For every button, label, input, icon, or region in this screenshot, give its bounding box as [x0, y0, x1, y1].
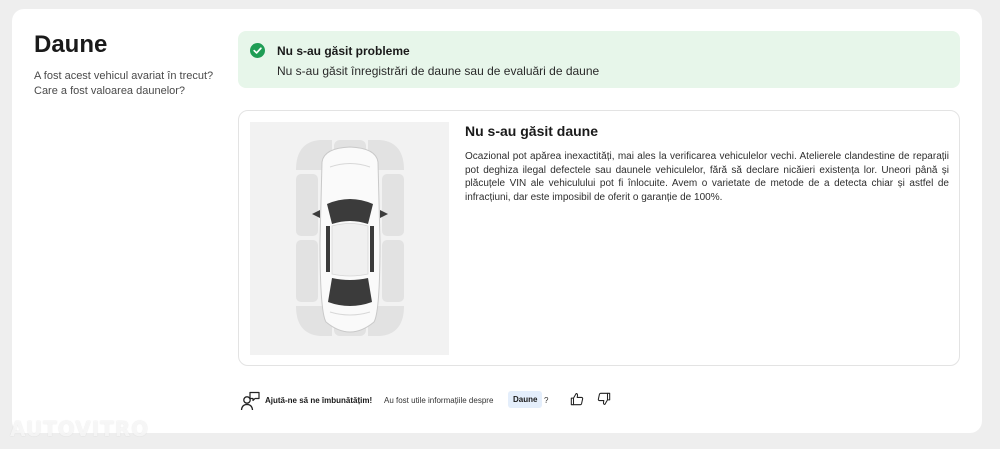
car-top-view-image: [296, 140, 404, 336]
status-alert: Nu s-au găsit probleme Nu s-au găsit înr…: [238, 31, 960, 88]
section-subtitle: A fost acest vehicul avariat în trecut? …: [34, 70, 214, 97]
car-diagram: [250, 122, 449, 355]
result-description: Ocazional pot apărea inexactități, mai a…: [465, 151, 949, 204]
feedback-topic-chip: Daune: [508, 391, 543, 408]
alert-title: Nu s-au găsit probleme: [277, 44, 410, 58]
zone-left-front: [296, 174, 318, 236]
alert-text: Nu s-au găsit înregistrări de daune sau …: [277, 64, 600, 78]
zone-right-front: [382, 174, 404, 236]
thumbs-down-icon[interactable]: [597, 392, 611, 406]
watermark-logo: AUTOVITRO: [10, 417, 150, 441]
result-title: Nu s-au găsit daune: [465, 123, 599, 139]
zone-left-rear: [296, 240, 318, 302]
thumbs-up-icon[interactable]: [570, 392, 584, 406]
zone-right-rear: [382, 240, 404, 302]
feedback-question-mark: ?: [544, 396, 549, 405]
result-panel: Nu s-au găsit daune Ocazional pot apărea…: [238, 110, 960, 366]
feedback-question: Au fost utile informațiile despre: [384, 396, 494, 405]
feedback-users-icon: [240, 391, 260, 411]
feedback-bar: Ajută-ne să ne îmbunătățim! Au fost util…: [240, 390, 640, 412]
section-title: Daune: [34, 31, 108, 58]
feedback-heading: Ajută-ne să ne îmbunătățim!: [265, 396, 373, 405]
check-circle-icon: [250, 43, 265, 58]
damage-card: Daune A fost acest vehicul avariat în tr…: [12, 9, 982, 433]
